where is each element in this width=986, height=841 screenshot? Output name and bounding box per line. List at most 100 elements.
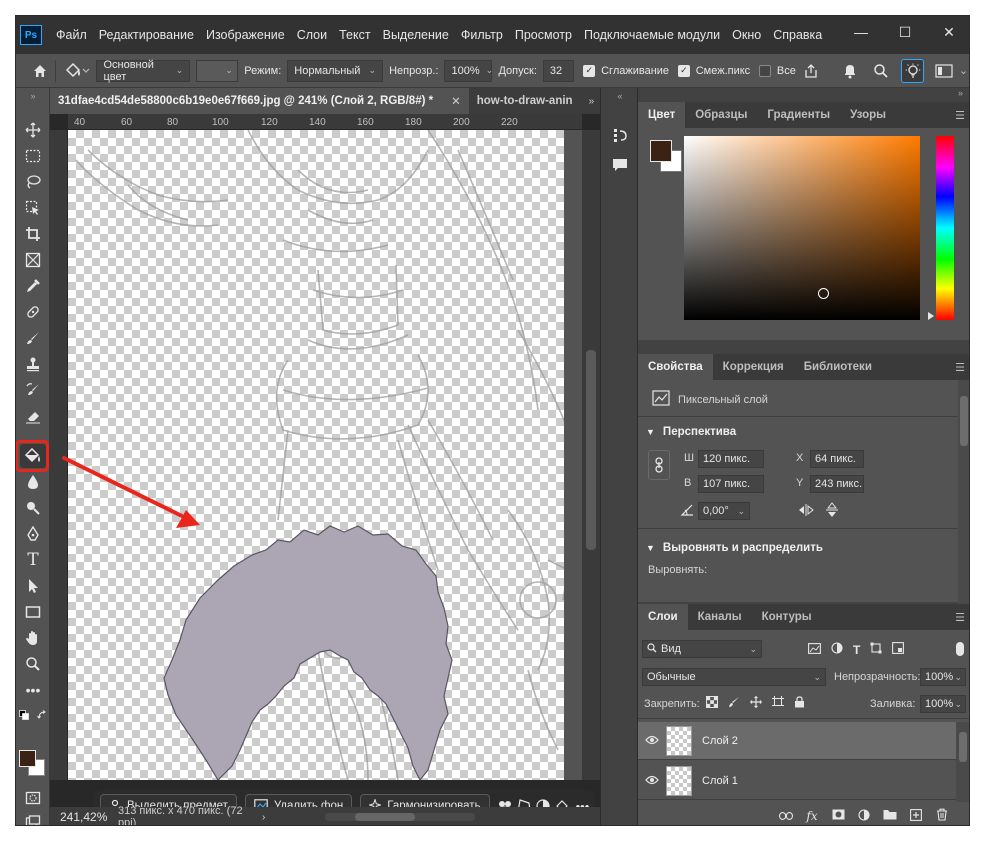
object-selection-tool-icon[interactable] — [20, 196, 46, 220]
lock-all-icon[interactable] — [794, 696, 805, 711]
path-selection-tool-icon[interactable] — [20, 574, 46, 598]
filter-type-icon[interactable]: T — [853, 643, 860, 657]
lock-transparent-icon[interactable] — [706, 696, 718, 711]
rectangle-tool-icon[interactable] — [20, 600, 46, 624]
scrollbar-thumb[interactable] — [960, 396, 968, 446]
swap-colors-icon[interactable] — [36, 708, 48, 722]
close-window-button[interactable]: ✕ — [927, 16, 969, 48]
lock-pixels-brush-icon[interactable] — [728, 696, 740, 711]
flip-horizontal-icon[interactable] — [798, 504, 814, 519]
screen-mode-icon[interactable] — [20, 810, 46, 825]
y-field[interactable]: 243 пикс. — [810, 475, 864, 493]
menu-help[interactable]: Справка — [767, 28, 828, 42]
menu-layers[interactable]: Слои — [291, 28, 333, 42]
image-canvas[interactable] — [68, 130, 582, 780]
layer-filter-select[interactable]: Вид ⌄ — [642, 640, 762, 658]
collapse-panels-icon[interactable]: » — [958, 88, 963, 98]
scrollbar-thumb[interactable] — [959, 732, 967, 762]
document-vertical-scrollbar[interactable] — [582, 130, 600, 780]
zoom-level[interactable]: 241,42% — [50, 810, 112, 824]
tabs-overflow-icon[interactable]: » — [581, 88, 603, 114]
paint-bucket-preset-icon[interactable] — [60, 59, 93, 83]
opacity-field[interactable]: 100% ⌄ — [444, 59, 493, 82]
frame-tool-icon[interactable] — [20, 248, 46, 272]
eraser-tool-icon[interactable] — [20, 404, 46, 428]
layer-name[interactable]: Слой 2 — [702, 735, 738, 747]
horizontal-scrollbar[interactable] — [325, 813, 476, 821]
zoom-tool-icon[interactable] — [20, 652, 46, 676]
filter-shape-icon[interactable] — [870, 642, 882, 657]
notifications-bell-icon[interactable] — [838, 59, 861, 83]
comments-panel-icon[interactable] — [609, 154, 631, 176]
link-dimensions-icon[interactable] — [648, 450, 670, 480]
lock-artboard-icon[interactable] — [772, 696, 784, 711]
history-brush-tool-icon[interactable] — [20, 378, 46, 402]
filter-toggle-switch[interactable] — [956, 642, 964, 656]
type-tool-icon[interactable]: T — [20, 548, 46, 572]
tab-color[interactable]: Цвет — [638, 102, 686, 128]
contiguous-checkbox[interactable]: ✓ — [678, 64, 690, 77]
fill-source-select[interactable]: Основной цвет ⌄ — [96, 59, 191, 83]
antialias-checkbox[interactable]: ✓ — [583, 64, 596, 77]
brush-tool-icon[interactable] — [20, 326, 46, 350]
menu-select[interactable]: Выделение — [377, 28, 455, 42]
close-tab-icon[interactable]: ✕ — [451, 94, 461, 108]
panel-menu-icon[interactable]: ☰ — [955, 611, 965, 624]
eye-icon[interactable] — [638, 734, 666, 748]
layers-scrollbar[interactable] — [956, 722, 969, 802]
angle-field[interactable]: 0,00° ⌄ — [698, 502, 750, 520]
tolerance-field[interactable]: 32 — [542, 59, 575, 82]
perspective-section-header[interactable]: ▼ Перспектива — [646, 426, 736, 438]
align-section-header[interactable]: ▼ Выровнять и распределить — [646, 542, 823, 554]
healing-brush-tool-icon[interactable] — [20, 300, 46, 324]
new-group-folder-icon[interactable] — [877, 809, 903, 823]
all-layers-checkbox[interactable] — [759, 64, 771, 77]
marquee-tool-icon[interactable] — [20, 144, 46, 168]
color-picker-marker[interactable] — [818, 288, 829, 299]
tab-adjustments[interactable]: Коррекция — [713, 354, 794, 380]
default-colors-icon[interactable] — [18, 708, 30, 722]
tab-swatches[interactable]: Образцы — [685, 102, 757, 128]
color-panel-foreground-swatch[interactable] — [650, 140, 672, 162]
new-layer-icon[interactable] — [903, 808, 929, 824]
delete-layer-trash-icon[interactable] — [929, 808, 955, 824]
menu-edit[interactable]: Редактирование — [93, 28, 200, 42]
height-field[interactable]: 107 пикс. — [698, 475, 764, 493]
discover-lightbulb-icon[interactable] — [901, 58, 925, 83]
document-tab[interactable]: how-to-draw-anin — [469, 88, 581, 114]
crop-tool-icon[interactable] — [20, 222, 46, 246]
x-field[interactable]: 64 пикс. — [810, 450, 864, 468]
quick-mask-icon[interactable] — [20, 786, 46, 810]
document-tab-active[interactable]: 31dfae4cd54de58800c6b19e0e67f669.jpg @ 2… — [50, 88, 469, 114]
tab-gradients[interactable]: Градиенты — [757, 102, 840, 128]
color-picker-field[interactable] — [684, 136, 920, 320]
blur-tool-icon[interactable] — [20, 470, 46, 494]
tab-channels[interactable]: Каналы — [688, 604, 752, 630]
lock-position-icon[interactable] — [750, 696, 762, 711]
workspace-icon[interactable] — [932, 59, 955, 83]
tab-patterns[interactable]: Узоры — [840, 102, 896, 128]
maximize-button[interactable]: ☐ — [883, 16, 927, 48]
eye-icon[interactable] — [638, 774, 666, 788]
blend-mode-select[interactable]: Обычные ⌄ — [642, 668, 826, 686]
filter-smart-object-icon[interactable] — [892, 642, 905, 657]
status-chevron-icon[interactable]: › — [262, 812, 265, 823]
pattern-picker[interactable]: ⌄ — [196, 59, 239, 82]
tab-libraries[interactable]: Библиотеки — [794, 354, 882, 380]
dodge-tool-icon[interactable] — [20, 496, 46, 520]
menu-plugins[interactable]: Подключаемые модули — [578, 28, 726, 42]
foreground-color-swatch[interactable] — [19, 750, 36, 767]
menu-filter[interactable]: Фильтр — [455, 28, 509, 42]
panel-menu-icon[interactable]: ☰ — [955, 109, 965, 122]
clone-stamp-tool-icon[interactable] — [20, 352, 46, 376]
hue-slider[interactable] — [936, 136, 954, 320]
menu-type[interactable]: Текст — [333, 28, 376, 42]
mode-select[interactable]: Нормальный ⌄ — [287, 59, 384, 82]
tab-properties[interactable]: Свойства — [638, 354, 713, 380]
layer-styles-fx-icon[interactable]: fx — [799, 809, 825, 823]
eyedropper-tool-icon[interactable] — [20, 274, 46, 298]
tab-layers[interactable]: Слои — [638, 604, 688, 630]
layer-row-layer-1[interactable]: Слой 1 — [638, 762, 956, 800]
move-tool-icon[interactable] — [20, 118, 46, 142]
collapse-dock-icon[interactable]: « — [609, 90, 631, 102]
